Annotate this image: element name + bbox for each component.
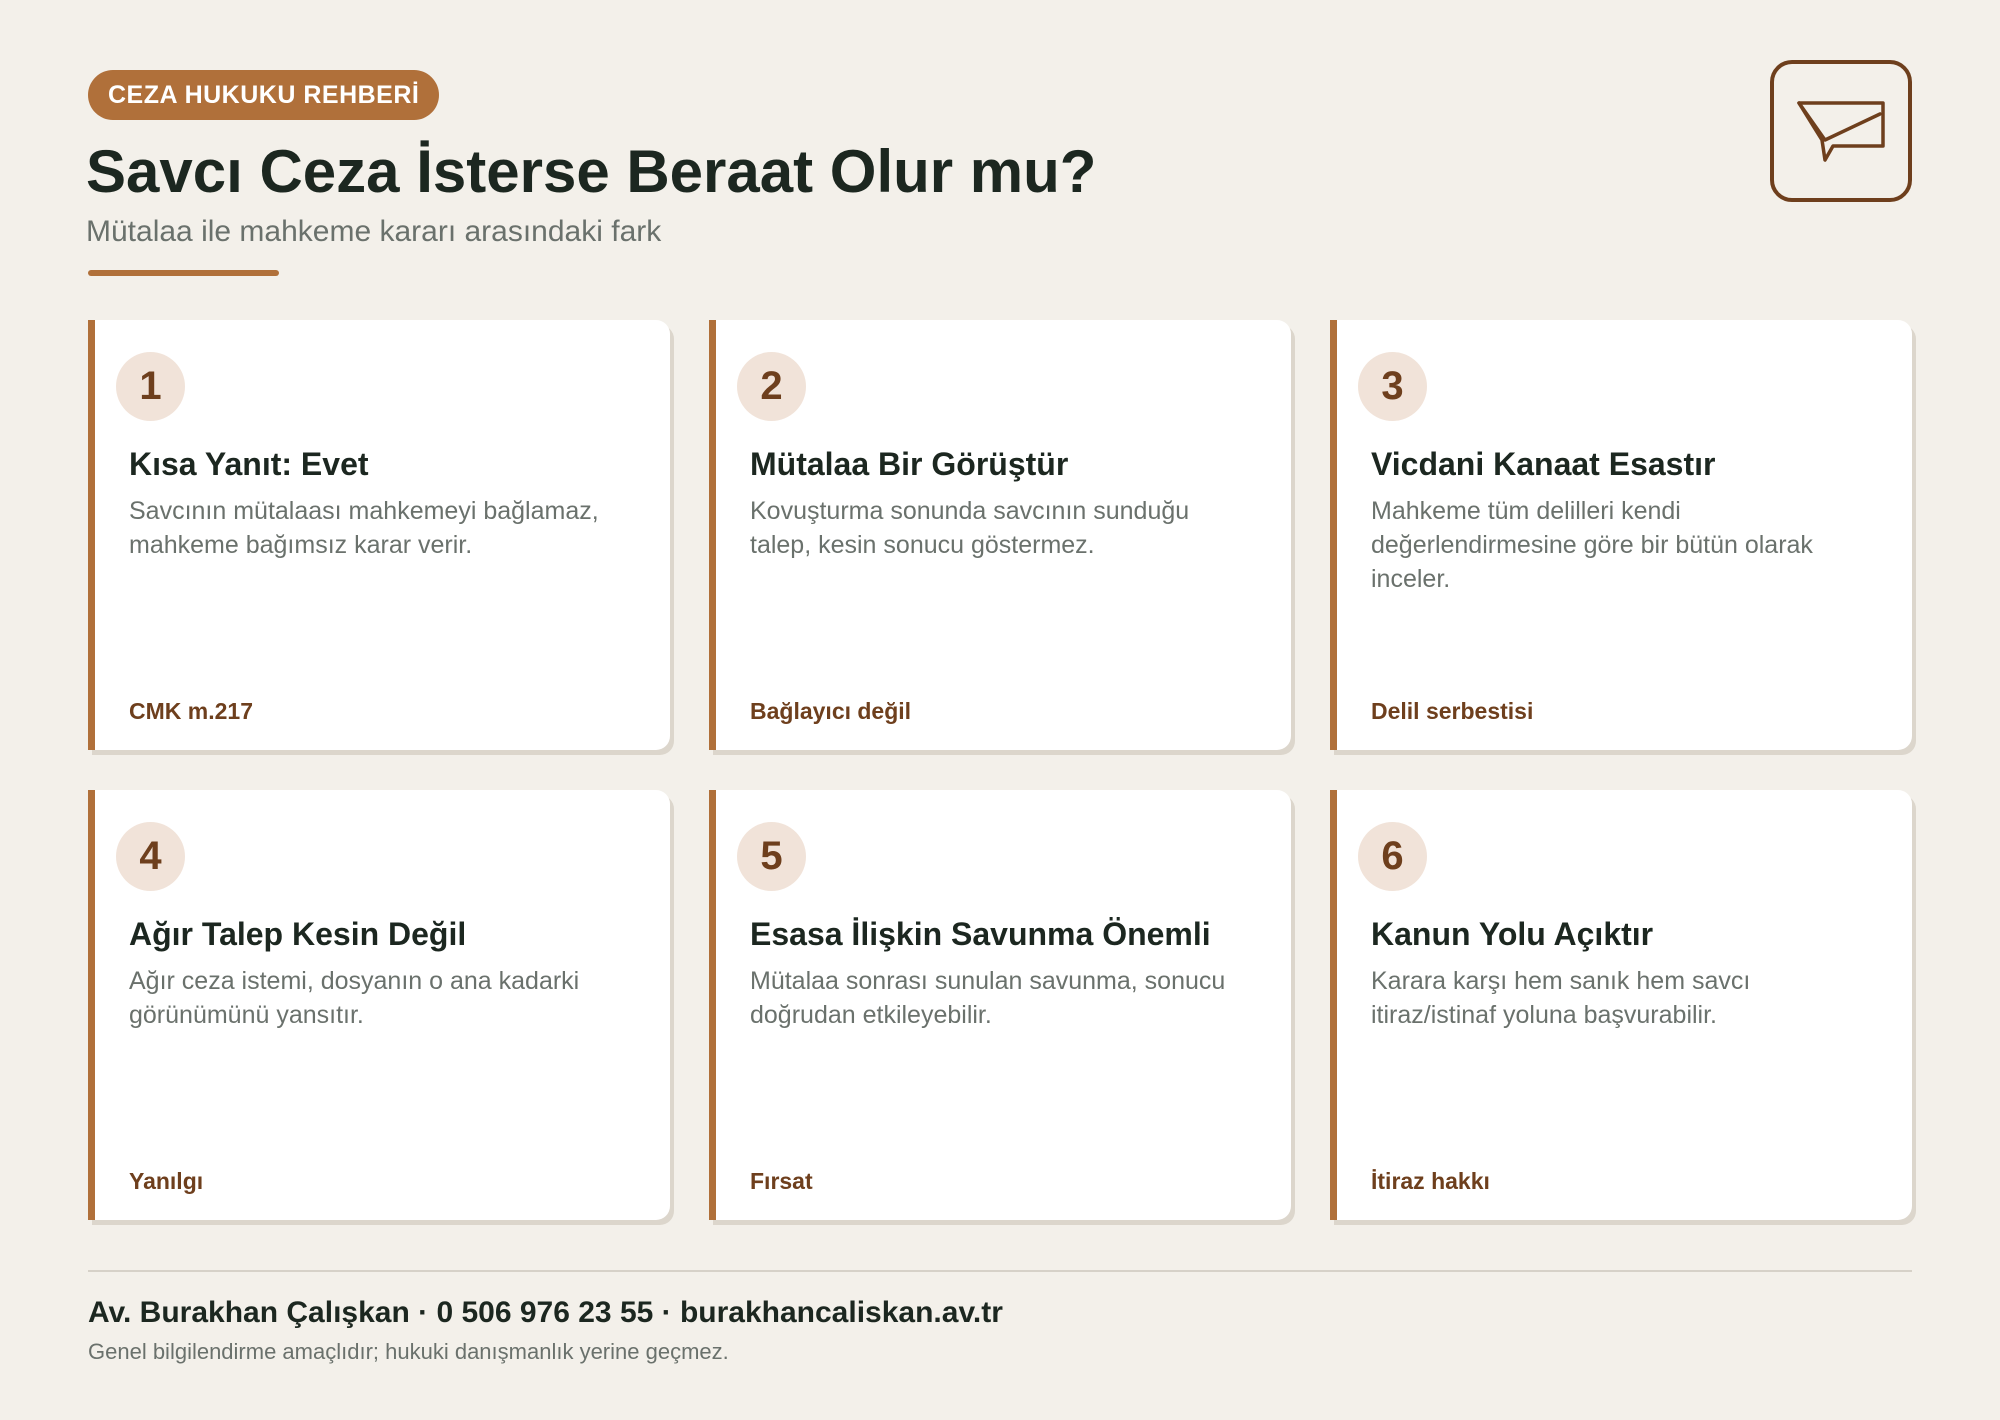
- card-description: Ağır ceza istemi, dosyanın o ana kadarki…: [129, 967, 580, 1029]
- footer-divider: [88, 1270, 1912, 1272]
- info-card-3: 3 Vicdani Kanaat Esastır Mahkeme tüm del…: [1330, 320, 1912, 750]
- footer-contact: Av. Burakhan Çalışkan · 0 506 976 23 55 …: [88, 1296, 1003, 1329]
- category-badge: CEZA HUKUKU REHBERİ: [88, 70, 440, 120]
- card-title: Kısa Yanıt: Evet: [129, 446, 369, 482]
- page-subtitle: Mütalaa ile mahkeme kararı arasındaki fa…: [86, 215, 662, 248]
- card-number: 1: [116, 352, 185, 421]
- card-description: Karara karşı hem sanık hem savcı itiraz/…: [1371, 967, 1751, 1029]
- info-card-2: 2 Mütalaa Bir Görüştür Kovuşturma sonund…: [709, 320, 1291, 750]
- card-number: 4: [116, 822, 185, 891]
- card-number: 3: [1358, 352, 1427, 421]
- info-card-6: 6 Kanun Yolu Açıktır Karara karşı hem sa…: [1330, 790, 1912, 1220]
- message-icon-glyph: [1797, 101, 1885, 162]
- info-card-grid: 1 Kısa Yanıt: Evet Savcının mütalaası ma…: [88, 320, 1912, 1220]
- card-tag: Delil serbestisi: [1371, 698, 1534, 724]
- card-number: 6: [1358, 822, 1427, 891]
- card-tag: CMK m.217: [129, 698, 253, 724]
- info-card-4: 4 Ağır Talep Kesin Değil Ağır ceza istem…: [88, 790, 670, 1220]
- card-description: Mütalaa sonrası sunulan savunma, sonucu …: [750, 967, 1226, 1029]
- footer-disclaimer: Genel bilgilendirme amaçlıdır; hukuki da…: [88, 1339, 729, 1364]
- card-title: Kanun Yolu Açıktır: [1371, 916, 1654, 952]
- page-title: Savcı Ceza İsterse Beraat Olur mu?: [86, 138, 1097, 205]
- message-icon: [1770, 60, 1912, 202]
- card-tag: Yanılgı: [129, 1168, 204, 1194]
- card-description: Savcının mütalaası mahkemeyi bağlamaz, m…: [129, 497, 599, 559]
- card-description: Kovuşturma sonunda savcının sunduğu tale…: [750, 497, 1190, 559]
- card-description: Mahkeme tüm delilleri kendi değerlendirm…: [1371, 497, 1813, 593]
- info-card-1: 1 Kısa Yanıt: Evet Savcının mütalaası ma…: [88, 320, 670, 750]
- card-tag: Fırsat: [750, 1168, 813, 1194]
- card-tag: İtiraz hakkı: [1371, 1168, 1490, 1194]
- card-title: Ağır Talep Kesin Değil: [129, 916, 467, 952]
- card-number: 5: [737, 822, 806, 891]
- info-card-5: 5 Esasa İlişkin Savunma Önemli Mütalaa s…: [709, 790, 1291, 1220]
- card-tag: Bağlayıcı değil: [750, 698, 912, 724]
- card-number: 2: [737, 352, 806, 421]
- card-title: Vicdani Kanaat Esastır: [1371, 446, 1716, 482]
- title-accent-divider: [88, 270, 279, 276]
- card-title: Esasa İlişkin Savunma Önemli: [750, 916, 1211, 952]
- card-title: Mütalaa Bir Görüştür: [750, 446, 1069, 482]
